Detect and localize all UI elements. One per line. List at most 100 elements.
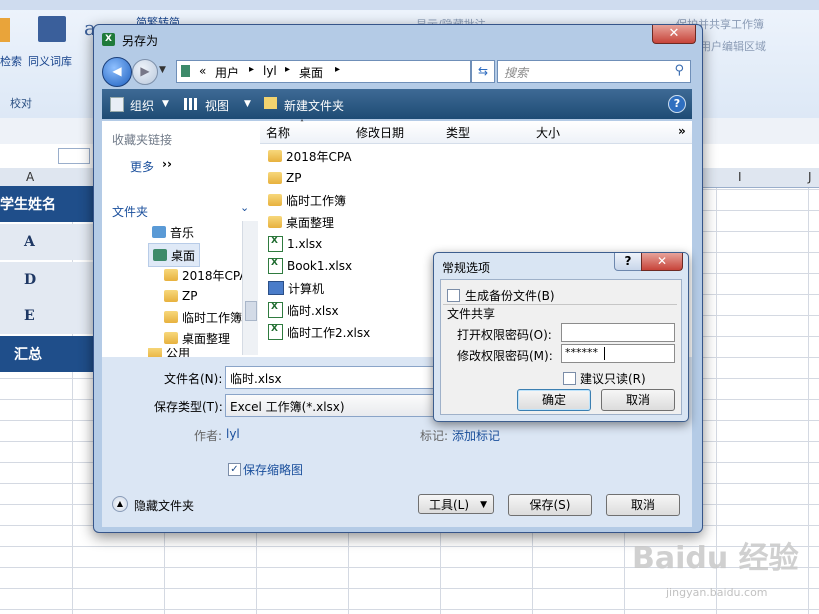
- folder-icon: [268, 172, 282, 184]
- list-item[interactable]: 计算机: [268, 277, 324, 299]
- ok-button[interactable]: 确定: [517, 389, 591, 411]
- save-button[interactable]: 保存(S): [508, 494, 592, 516]
- save-as-toolbar: 组织 ▼ 视图 ▼ 新建文件夹 ?: [102, 89, 692, 119]
- more-chevron-icon[interactable]: ››: [162, 157, 172, 171]
- allow-edit-ranges-button[interactable]: 用户编辑区域: [700, 38, 766, 54]
- back-button[interactable]: ◀: [102, 57, 132, 87]
- list-item[interactable]: Book1.xlsx: [268, 255, 352, 277]
- open-password-input[interactable]: [561, 323, 675, 342]
- folders-collapse-icon[interactable]: ⌄: [240, 201, 249, 214]
- more-link[interactable]: 更多: [130, 158, 154, 175]
- excel-app-icon: X: [102, 33, 115, 46]
- address-separator-icon[interactable]: ▸: [335, 64, 340, 75]
- column-date[interactable]: 修改日期: [356, 124, 404, 141]
- cell-total[interactable]: 汇总: [0, 336, 96, 372]
- hide-folders-icon[interactable]: ▲: [112, 496, 128, 512]
- options-cancel-button[interactable]: 取消: [601, 389, 675, 411]
- folder-tree: 音乐 桌面 2018年CPA ZP 临时工作簿 桌面整理 公用: [102, 221, 260, 357]
- tree-item-cpa[interactable]: 2018年CPA: [164, 264, 248, 286]
- tags-value[interactable]: 添加标记: [452, 427, 500, 444]
- thumbnail-checkbox[interactable]: ✓: [228, 463, 241, 476]
- navigation-pane: 收藏夹链接 更多 ›› 文件夹 ⌄ 音乐 桌面 2018年CPA ZP 临时工作…: [102, 121, 261, 357]
- address-crumb-desktop[interactable]: 桌面: [299, 64, 323, 81]
- save-type-select[interactable]: Excel 工作簿(*.xlsx): [225, 394, 439, 417]
- tree-item-temp-book[interactable]: 临时工作簿: [164, 306, 242, 328]
- column-size[interactable]: 大小: [536, 124, 560, 141]
- filename-input[interactable]: 临时.xlsx: [225, 366, 439, 389]
- help-icon[interactable]: ?: [668, 95, 686, 113]
- new-folder-icon: [264, 97, 277, 109]
- column-a-header[interactable]: A: [26, 170, 34, 184]
- column-type[interactable]: 类型: [446, 124, 470, 141]
- backup-checkbox[interactable]: [447, 289, 460, 302]
- list-item[interactable]: 临时工作簿: [268, 189, 346, 211]
- list-item[interactable]: 1.xlsx: [268, 233, 322, 255]
- more-columns-icon[interactable]: »: [678, 124, 686, 138]
- hide-folders-button[interactable]: 隐藏文件夹: [134, 497, 194, 514]
- cell-e[interactable]: E: [0, 298, 96, 334]
- address-overflow[interactable]: «: [199, 64, 206, 78]
- options-title: 常规选项: [442, 261, 491, 275]
- refresh-icon[interactable]: ⇆: [471, 60, 495, 83]
- search-placeholder: 搜索: [504, 66, 529, 80]
- list-item[interactable]: ZP: [268, 167, 301, 189]
- excel-file-icon: [268, 302, 283, 318]
- cell-student-name[interactable]: 学生姓名: [0, 186, 96, 222]
- address-bar[interactable]: « 用户 ▸ lyl ▸ 桌面 ▸: [176, 60, 471, 83]
- list-item[interactable]: 桌面整理: [268, 211, 334, 233]
- views-dropdown-icon[interactable]: ▼: [244, 99, 251, 109]
- author-value[interactable]: lyl: [226, 427, 240, 441]
- address-crumb-lyl[interactable]: lyl: [263, 64, 277, 78]
- thesaurus-button[interactable]: 同义词库: [28, 53, 72, 69]
- modify-password-input[interactable]: ******: [561, 344, 675, 363]
- folders-header[interactable]: 文件夹: [112, 203, 148, 220]
- excel-file-icon: [268, 258, 283, 274]
- sharing-group-label: 文件共享: [447, 307, 496, 321]
- backup-label[interactable]: 生成备份文件(B): [465, 287, 555, 304]
- tree-item-desktop-tidy[interactable]: 桌面整理: [164, 327, 230, 349]
- tree-scroll-thumb[interactable]: [245, 301, 257, 321]
- cell-d[interactable]: D: [0, 262, 96, 298]
- ribbon-tab-strip: [0, 0, 819, 10]
- views-menu[interactable]: 视图: [205, 97, 229, 114]
- save-as-close-button[interactable]: ✕: [652, 25, 696, 44]
- cell-a[interactable]: A: [0, 224, 96, 260]
- address-separator-icon[interactable]: ▸: [285, 64, 290, 75]
- new-folder-button[interactable]: 新建文件夹: [284, 97, 344, 114]
- folder-icon: [268, 216, 282, 228]
- thumbnail-label[interactable]: 保存缩略图: [243, 461, 303, 478]
- readonly-label[interactable]: 建议只读(R): [580, 370, 646, 387]
- column-name[interactable]: 名称: [266, 124, 290, 141]
- options-help-button[interactable]: ?: [614, 253, 642, 271]
- excel-file-icon: [268, 236, 283, 252]
- readonly-checkbox[interactable]: [563, 372, 576, 385]
- tree-item-zp[interactable]: ZP: [164, 285, 197, 307]
- forward-button[interactable]: ▶: [132, 59, 158, 85]
- tree-item-music[interactable]: 音乐: [152, 221, 194, 243]
- search-icon[interactable]: ⚲: [674, 63, 684, 78]
- research-button[interactable]: 检索: [0, 53, 22, 69]
- recent-pages-dropdown-icon[interactable]: ▼: [159, 65, 166, 75]
- tools-button[interactable]: 工具(L) ▼: [418, 494, 494, 514]
- save-as-titlebar[interactable]: X 另存为: [94, 25, 702, 55]
- list-item[interactable]: 临时工作2.xlsx: [268, 321, 370, 343]
- column-i-header[interactable]: I: [738, 170, 742, 184]
- column-j-header[interactable]: J: [808, 170, 812, 184]
- address-crumb-users[interactable]: 用户: [215, 64, 239, 81]
- address-separator-icon[interactable]: ▸: [249, 64, 254, 75]
- open-password-label: 打开权限密码(O):: [457, 328, 552, 342]
- views-icon: [184, 98, 197, 110]
- options-close-button[interactable]: ✕: [641, 253, 683, 271]
- list-item[interactable]: 2018年CPA: [268, 145, 352, 167]
- list-item[interactable]: 临时.xlsx: [268, 299, 339, 321]
- cancel-button[interactable]: 取消: [606, 494, 680, 516]
- computer-icon: [268, 281, 284, 295]
- organize-dropdown-icon[interactable]: ▼: [162, 99, 169, 109]
- save-as-title: 另存为: [122, 34, 159, 48]
- organize-menu[interactable]: 组织: [130, 97, 154, 114]
- tree-item-public[interactable]: 公用: [148, 348, 190, 357]
- name-box[interactable]: [58, 148, 90, 164]
- tree-scrollbar[interactable]: [242, 221, 258, 355]
- search-box[interactable]: 搜索 ⚲: [497, 60, 691, 83]
- tags-label: 标记:: [420, 429, 449, 443]
